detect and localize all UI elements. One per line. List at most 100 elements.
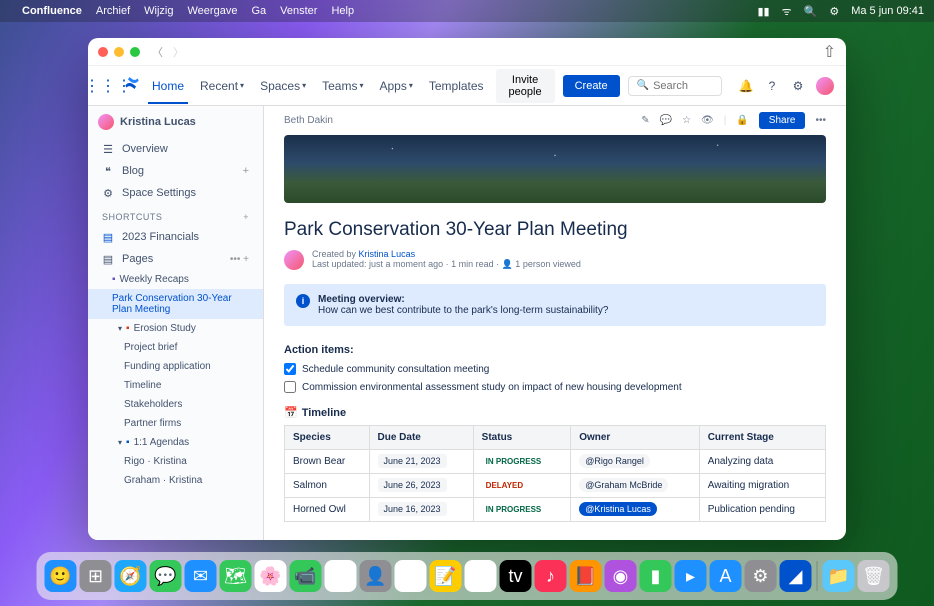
dock-downloads[interactable]: 📁 <box>823 560 855 592</box>
action-item-1[interactable]: Schedule community consultation meeting <box>264 360 846 378</box>
checkbox-2[interactable] <box>284 381 296 393</box>
dock-freeform[interactable]: ✏ <box>465 560 497 592</box>
dock-trash[interactable]: 🗑 <box>858 560 890 592</box>
control-center-icon[interactable]: ⚙ <box>829 5 839 18</box>
share-icon[interactable]: ⇧ <box>823 42 836 62</box>
sidebar-blog[interactable]: ❝ Blog + <box>88 160 263 182</box>
dock-confluence[interactable]: ◢ <box>780 560 812 592</box>
info-panel: i Meeting overview: How can we best cont… <box>284 284 826 326</box>
dock-contacts[interactable]: 👤 <box>360 560 392 592</box>
comment-icon[interactable]: 💬 <box>660 115 672 126</box>
watch-icon[interactable]: 👁 <box>701 115 714 126</box>
search-input[interactable] <box>653 80 713 92</box>
confluence-logo-icon[interactable] <box>124 75 140 96</box>
table-row[interactable]: Salmon June 26, 2023 DELAYED @Graham McB… <box>285 474 826 498</box>
cell-owner[interactable]: @Kristina Lucas <box>571 498 700 522</box>
menubar-help[interactable]: Help <box>331 5 354 17</box>
nav-recent[interactable]: Recent▾ <box>196 79 248 93</box>
sidebar-overview[interactable]: ☰ Overview <box>88 138 263 160</box>
battery-icon[interactable]: ▮▮ <box>757 5 769 18</box>
checkbox-1[interactable] <box>284 363 296 375</box>
nav-teams[interactable]: Teams▾ <box>318 79 367 93</box>
sidebar-user[interactable]: Kristina Lucas <box>88 106 263 138</box>
create-button[interactable]: Create <box>563 75 620 97</box>
dock-maps[interactable]: 🗺 <box>220 560 252 592</box>
minimize-button[interactable] <box>114 47 124 57</box>
tree-partners[interactable]: Partner firms <box>88 414 263 433</box>
add-blog-icon[interactable]: + <box>243 165 249 177</box>
tree-stakeholders[interactable]: Stakeholders <box>88 395 263 414</box>
dock-mail[interactable]: ✉ <box>185 560 217 592</box>
table-row[interactable]: Brown Bear June 21, 2023 IN PROGRESS @Ri… <box>285 450 826 474</box>
menubar-weergave[interactable]: Weergave <box>188 5 238 17</box>
profile-avatar[interactable] <box>816 77 834 95</box>
dock-settings[interactable]: ⚙ <box>745 560 777 592</box>
add-shortcut-icon[interactable]: + <box>243 212 249 222</box>
spotlight-icon[interactable]: 🔍 <box>804 5 818 18</box>
menubar-ga[interactable]: Ga <box>251 5 266 17</box>
help-icon[interactable]: ? <box>764 78 780 94</box>
tree-project-brief[interactable]: Project brief <box>88 338 263 357</box>
search-box[interactable]: 🔍 <box>628 76 722 96</box>
dock-music[interactable]: ♪ <box>535 560 567 592</box>
chevron-down-icon[interactable]: ▾ <box>118 438 122 447</box>
dock-facetime[interactable]: 📹 <box>290 560 322 592</box>
sidebar-shortcut-financials[interactable]: ▤ 2023 Financials <box>88 226 263 248</box>
pages-more-icon[interactable]: ••• + <box>230 254 249 265</box>
menubar-venster[interactable]: Venster <box>280 5 317 17</box>
close-button[interactable] <box>98 47 108 57</box>
menubar-archief[interactable]: Archief <box>96 5 130 17</box>
menubar-wijzig[interactable]: Wijzig <box>144 5 173 17</box>
dock-podcasts[interactable]: ◉ <box>605 560 637 592</box>
wifi-icon[interactable]: ᯤ <box>782 4 792 19</box>
dock-books[interactable]: 📕 <box>570 560 602 592</box>
tree-funding[interactable]: Funding application <box>88 357 263 376</box>
forward-button[interactable]: 〉 <box>173 44 184 60</box>
table-row[interactable]: Horned Owl June 16, 2023 IN PROGRESS @Kr… <box>285 498 826 522</box>
star-icon[interactable]: ☆ <box>682 115 691 126</box>
action-item-2[interactable]: Commission environmental assessment stud… <box>264 378 846 396</box>
nav-spaces[interactable]: Spaces▾ <box>256 79 310 93</box>
maximize-button[interactable] <box>130 47 140 57</box>
sidebar-pages-header[interactable]: ▤ Pages ••• + <box>88 248 263 270</box>
tree-erosion-study[interactable]: ▾ ▪ Erosion Study <box>88 319 263 338</box>
menubar-app[interactable]: Confluence <box>22 5 82 17</box>
dock-finder[interactable]: 🙂 <box>45 560 77 592</box>
dock-keynote[interactable]: ▸ <box>675 560 707 592</box>
settings-icon[interactable]: ⚙ <box>790 78 806 94</box>
tree-rigo[interactable]: Rigo · Kristina <box>88 452 263 471</box>
dock-launchpad[interactable]: ⊞ <box>80 560 112 592</box>
dock-tv[interactable]: tv <box>500 560 532 592</box>
tree-graham[interactable]: Graham · Kristina <box>88 471 263 490</box>
invite-button[interactable]: Invite people <box>496 69 555 103</box>
dock-calendar[interactable]: 5 <box>325 560 357 592</box>
dock-messages[interactable]: 💬 <box>150 560 182 592</box>
more-icon[interactable]: ••• <box>815 115 826 126</box>
titlebar: 〈 〉 ⇧ <box>88 38 846 66</box>
dock-reminders[interactable]: ☰ <box>395 560 427 592</box>
dock-numbers[interactable]: ▮ <box>640 560 672 592</box>
dock-appstore[interactable]: A <box>710 560 742 592</box>
dock-safari[interactable]: 🧭 <box>115 560 147 592</box>
tree-agendas[interactable]: ▾ ▪ 1:1 Agendas <box>88 433 263 452</box>
breadcrumb-user[interactable]: Beth Dakin <box>284 115 333 126</box>
tree-park-conservation[interactable]: Park Conservation 30-Year Plan Meeting <box>88 289 263 319</box>
chevron-down-icon[interactable]: ▾ <box>118 324 122 333</box>
cell-owner[interactable]: @Rigo Rangel <box>571 450 700 474</box>
tree-timeline[interactable]: Timeline <box>88 376 263 395</box>
back-button[interactable]: 〈 <box>152 44 163 60</box>
tree-weekly-recaps[interactable]: ▪ Weekly Recaps <box>88 270 263 289</box>
menubar-clock[interactable]: Ma 5 jun 09:41 <box>851 5 924 17</box>
dock-photos[interactable]: 🌸 <box>255 560 287 592</box>
nav-templates[interactable]: Templates <box>425 79 488 93</box>
cell-owner[interactable]: @Graham McBride <box>571 474 700 498</box>
sidebar-settings[interactable]: ⚙ Space Settings <box>88 182 263 204</box>
dock-notes[interactable]: 📝 <box>430 560 462 592</box>
nav-apps[interactable]: Apps▾ <box>375 79 416 93</box>
nav-home[interactable]: Home <box>148 79 188 104</box>
notifications-icon[interactable]: 🔔 <box>738 78 754 94</box>
share-button[interactable]: Share <box>759 112 806 129</box>
app-switcher-icon[interactable]: ⋮⋮⋮ <box>100 78 116 94</box>
lock-icon[interactable]: 🔒 <box>736 115 748 126</box>
edit-icon[interactable]: ✎ <box>641 115 649 126</box>
